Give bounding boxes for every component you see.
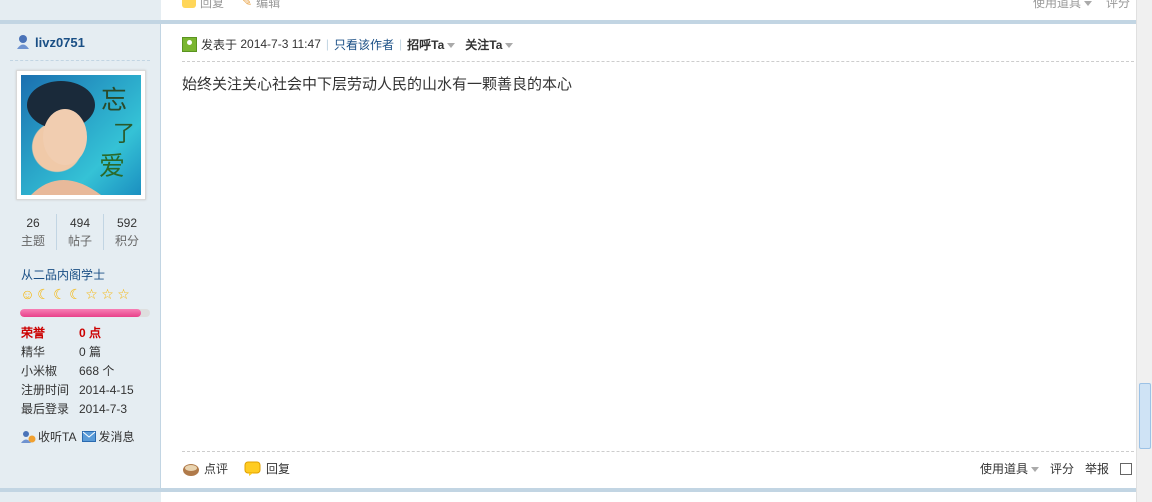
pencil-icon: ✎ <box>242 0 253 9</box>
user-online-icon <box>16 34 30 50</box>
chevron-down-icon <box>1030 467 1039 473</box>
svg-text:忘: 忘 <box>101 86 127 116</box>
post-separator <box>0 20 1136 24</box>
star-icon: ☆ <box>85 286 98 302</box>
rate-button[interactable]: 评分 <box>1050 460 1074 477</box>
meta-separator: | <box>399 37 403 51</box>
post-meta: 发表于 2014-7-3 11:47 | 只看该作者 | 招呼Ta 关注Ta <box>182 36 514 53</box>
info-row-pepper: 小米椒 668 个 <box>21 364 115 378</box>
author-links: 收听TA 发消息 <box>20 428 134 445</box>
chevron-down-icon <box>447 42 456 48</box>
prev-post-actions: 回复 ✎ 编辑 <box>182 0 280 10</box>
stat-points[interactable]: 592 积分 <box>104 214 150 250</box>
rank-stars: ☺ ☾ ☾ ☾ ☆ ☆ ☆ <box>20 287 131 302</box>
chevron-down-icon <box>505 42 514 48</box>
meta-separator: | <box>325 37 329 51</box>
info-row-honor: 荣誉 0 点 <box>21 326 102 340</box>
author-online-icon <box>182 36 197 52</box>
only-author-link[interactable]: 只看该作者 <box>334 36 394 53</box>
send-message-link[interactable]: 发消息 <box>82 428 134 445</box>
post-time: 2014-7-3 11:47 <box>240 37 321 51</box>
moon-icon: ☾ <box>69 286 82 302</box>
scrollbar-thumb[interactable] <box>1139 383 1151 449</box>
moon-icon: ☾ <box>37 286 50 302</box>
select-checkbox[interactable] <box>1120 462 1132 475</box>
author-stats: 26 主题 494 帖子 592 积分 <box>10 214 150 250</box>
stat-topics[interactable]: 26 主题 <box>10 214 57 250</box>
info-row-digest: 精华 0 篇 <box>21 345 102 359</box>
greet-menu[interactable]: 招呼Ta <box>407 36 456 53</box>
comment-button[interactable]: 点评 <box>182 460 228 477</box>
info-row-register-date: 注册时间 2014-4-15 <box>21 383 134 397</box>
prev-rate[interactable]: 评分 <box>1106 0 1130 11</box>
post-separator <box>0 488 1136 492</box>
svg-text:了: 了 <box>113 122 135 147</box>
comment-cup-icon <box>182 461 200 477</box>
post-actions: 点评 回复 <box>182 460 290 477</box>
use-tool-menu[interactable]: 使用道具 <box>980 460 1039 477</box>
svg-text:爱: 爱 <box>99 152 125 182</box>
reply-button[interactable]: 回复 <box>244 460 290 477</box>
prev-edit-link[interactable]: ✎ 编辑 <box>242 0 280 10</box>
divider <box>182 451 1134 452</box>
star-icon: ☆ <box>101 286 114 302</box>
prev-post-sidebar <box>0 0 161 20</box>
reply-icon <box>182 0 196 8</box>
follow-ta-link[interactable]: 收听TA <box>20 428 76 445</box>
next-post-sidebar <box>0 492 161 502</box>
author-info: 荣誉 0 点 精华 0 篇 小米椒 668 个 注册时间 2014-4-15 最… <box>21 324 134 419</box>
report-button[interactable]: 举报 <box>1085 460 1109 477</box>
post-content: 始终关注关心社会中下层劳动人民的山水有一颗善良的本心 <box>182 76 573 93</box>
sun-icon: ☺ <box>20 286 35 302</box>
prev-post-right-actions: 使用道具 评分 <box>1033 0 1130 11</box>
rank-progress-fill <box>20 309 141 317</box>
prev-reply-link[interactable]: 回复 <box>182 0 224 10</box>
divider <box>10 60 150 62</box>
author-sidebar: livz0751 忘 了 爱 26 主题 494 帖子 592 积分 从二品内阁… <box>0 24 161 488</box>
follow-menu[interactable]: 关注Ta <box>465 36 514 53</box>
follow-user-icon <box>20 430 36 444</box>
rank-progress-bar <box>20 309 150 317</box>
post-right-actions: 使用道具 评分 举报 <box>980 460 1132 477</box>
stat-posts[interactable]: 494 帖子 <box>57 214 104 250</box>
moon-icon: ☾ <box>53 286 66 302</box>
author-name-link[interactable]: livz0751 <box>35 35 85 50</box>
avatar[interactable]: 忘 了 爱 <box>16 70 146 200</box>
prev-use-tool[interactable]: 使用道具 <box>1033 0 1092 11</box>
user-rank[interactable]: 从二品内阁学士 <box>21 266 105 283</box>
divider <box>182 61 1134 62</box>
avatar-image: 忘 了 爱 <box>21 75 141 195</box>
star-icon: ☆ <box>117 286 130 302</box>
reply-icon <box>244 461 262 477</box>
envelope-icon <box>82 431 97 442</box>
vertical-scrollbar[interactable] <box>1136 0 1152 502</box>
info-row-last-login: 最后登录 2014-7-3 <box>21 402 128 416</box>
author-name-row: livz0751 <box>16 34 85 50</box>
